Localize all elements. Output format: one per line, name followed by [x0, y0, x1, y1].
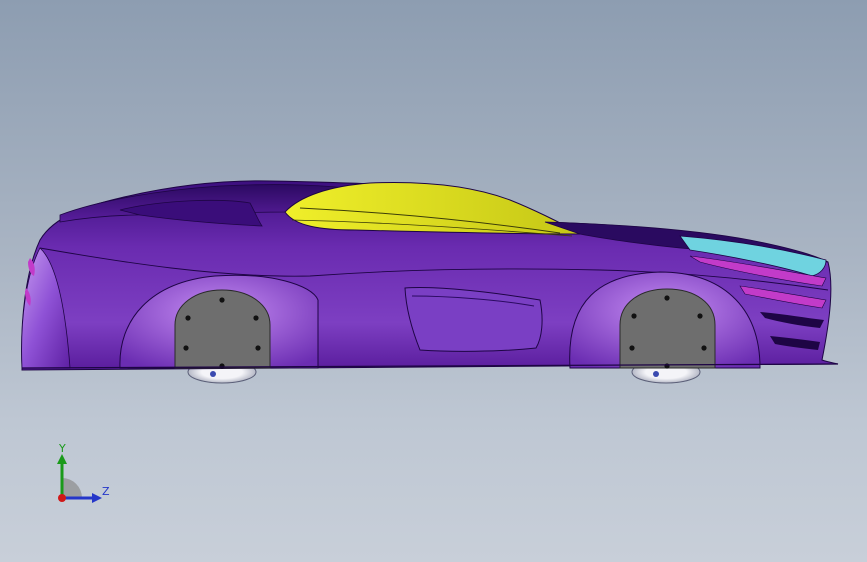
front-wheel-cover — [174, 289, 271, 369]
origin-icon — [58, 494, 66, 502]
z-axis-label: Z — [102, 485, 110, 498]
graphics-viewport[interactable]: Y Z — [0, 0, 867, 562]
rear-wheel-cover — [619, 288, 716, 369]
side-scoop — [404, 287, 543, 352]
z-axis-arrow-icon — [92, 493, 102, 503]
car-model[interactable] — [0, 0, 867, 562]
y-axis-label: Y — [59, 442, 66, 455]
y-axis-arrow-icon — [57, 454, 67, 464]
coordinate-triad: Y Z — [40, 438, 130, 518]
